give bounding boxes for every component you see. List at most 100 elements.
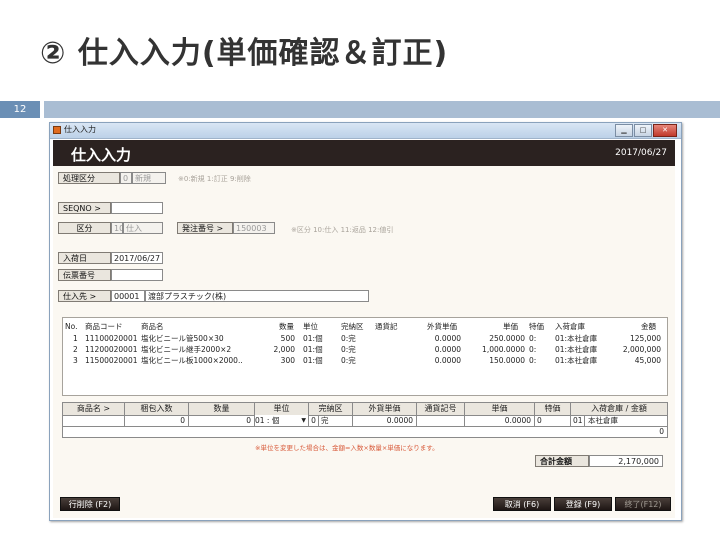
grid-col-special: 特価: [529, 322, 544, 331]
order-no-button[interactable]: 発注番号 >: [177, 222, 233, 234]
window-title: 仕入入力: [64, 125, 96, 134]
row-code: 11500020001: [85, 356, 138, 365]
fx-price-input[interactable]: 0.0000: [353, 415, 417, 426]
warehouse-name: 本社倉庫: [588, 416, 618, 425]
entry-col-unit: 単位: [255, 403, 309, 415]
row-unit: 01:個: [303, 356, 323, 365]
slip-no-label: 伝票番号: [58, 269, 111, 281]
row-warehouse: 01:本社倉庫: [555, 334, 598, 343]
app-window: 仕入入力 ▁ □ ✕ 仕入入力 2017/06/27 処理区分 0 新規 ※0:…: [49, 122, 682, 521]
entry-col-warehouse-amount: 入荷倉庫 / 金額: [591, 404, 647, 413]
row-unit: 01:個: [303, 345, 323, 354]
supplier-name: 渡部プラスチック(株): [145, 290, 369, 302]
screen-header: 仕入入力 2017/06/27: [53, 140, 675, 166]
table-row[interactable]: 2 11200020001 塩化ビニール継手2000×2 2,000 01:個 …: [63, 344, 667, 355]
grid-col-name: 商品名: [141, 322, 164, 331]
total-amount-value: 2,170,000: [589, 455, 663, 467]
row-warehouse: 01:本社倉庫: [555, 356, 598, 365]
product-name-button[interactable]: 商品名 >: [63, 403, 125, 415]
detail-grid: No. 商品コード 商品名 数量 単位 完納区 通貨記 外貨単価 単価 特価 入…: [62, 317, 668, 396]
supplier-button[interactable]: 仕入先 >: [58, 290, 111, 302]
row-name: 塩化ビニール継手2000×2: [141, 345, 232, 354]
row-special: 0:: [529, 345, 537, 354]
category-code[interactable]: 10: [111, 222, 123, 234]
process-type-code[interactable]: 0: [120, 172, 132, 184]
close-icon[interactable]: ✕: [653, 124, 677, 137]
header-date: 2017/06/27: [615, 148, 667, 158]
seqno-input[interactable]: [111, 202, 163, 214]
cancel-button[interactable]: 取消 (F6): [493, 497, 551, 511]
grid-col-fx-price: 外貨単価: [427, 322, 457, 331]
row-fx-price: 0.0000: [434, 356, 461, 365]
arrival-date-input[interactable]: 2017/06/27: [111, 252, 163, 264]
row-warehouse: 01:本社倉庫: [555, 345, 598, 354]
row-amount: 2,000,000: [622, 345, 661, 354]
supplier-code-input[interactable]: 00001: [111, 290, 145, 302]
entry-amount-row: 0: [63, 426, 667, 437]
entry-col-qty: 数量: [189, 403, 255, 415]
currency-input[interactable]: [417, 415, 465, 426]
grid-col-unit: 単位: [303, 322, 318, 331]
grid-col-warehouse: 入荷倉庫: [555, 322, 585, 331]
entry-col-done: 完納区: [309, 403, 353, 415]
row-price: 1,000.0000: [482, 345, 525, 354]
grid-col-no: No.: [65, 322, 78, 331]
table-row[interactable]: 3 11500020001 塩化ビニール板1000×2000.. 300 01:…: [63, 355, 667, 366]
row-fx-price: 0.0000: [434, 334, 461, 343]
slip-no-input[interactable]: [111, 269, 163, 281]
entry-col-currency: 通貨記号: [417, 403, 465, 415]
row-code: 11200020001: [85, 345, 138, 354]
process-type-hint: ※0:新規 1:訂正 9:削除: [178, 175, 251, 183]
row-qty: 2,000: [273, 345, 295, 354]
seqno-button[interactable]: SEQNO >: [58, 202, 111, 214]
row-no: 3: [73, 356, 78, 365]
row-name: 塩化ビニール管500×30: [141, 334, 224, 343]
entry-col-price: 単価: [465, 403, 535, 415]
grid-col-done: 完納区: [341, 322, 364, 331]
line-entry-box: 商品名 > 梱包入数 数量 単位 完納区 外貨単価 通貨記号 単価 特価 入荷倉…: [62, 402, 668, 438]
row-no: 2: [73, 345, 78, 354]
row-amount: 125,000: [629, 334, 661, 343]
entry-col-special: 特価: [535, 403, 571, 415]
grid-col-amount: 金額: [641, 322, 656, 331]
product-name-input[interactable]: [63, 415, 125, 426]
row-special: 0:: [529, 334, 537, 343]
register-button[interactable]: 登録 (F9): [554, 497, 612, 511]
category-name: 仕入: [123, 222, 163, 234]
row-done: 0:完: [341, 345, 356, 354]
page-number: 12: [0, 101, 40, 118]
unit-change-note: ※単位を変更した場合は、金額=入数×数量×単価になります。: [255, 444, 439, 452]
unit-select[interactable]: 01 : 個 ▼: [255, 415, 309, 426]
process-type-name: 新規: [132, 172, 166, 184]
screen-title: 仕入入力: [71, 146, 132, 164]
pack-qty-input[interactable]: 0: [125, 415, 189, 426]
row-price: 150.0000: [489, 356, 525, 365]
unit-select-value: 01 : 個: [255, 416, 280, 425]
warehouse-code-input[interactable]: 01: [571, 415, 585, 426]
row-special: 0:: [529, 356, 537, 365]
delete-row-button[interactable]: 行削除 (F2): [60, 497, 120, 511]
maximize-icon[interactable]: □: [634, 124, 652, 137]
close-button[interactable]: 終了(F12): [615, 497, 671, 511]
grid-header: No. 商品コード 商品名 数量 単位 完納区 通貨記 外貨単価 単価 特価 入…: [63, 321, 667, 332]
grid-col-currency: 通貨記: [375, 322, 398, 331]
row-unit: 01:個: [303, 334, 323, 343]
qty-input[interactable]: 0: [189, 415, 255, 426]
minimize-icon[interactable]: ▁: [615, 124, 633, 137]
price-input[interactable]: 0.0000: [465, 415, 535, 426]
done-code-input[interactable]: 0: [309, 415, 319, 426]
form-area: 処理区分 0 新規 ※0:新規 1:訂正 9:削除 SEQNO > 区分 10 …: [53, 166, 675, 518]
row-name: 塩化ビニール板1000×2000..: [141, 356, 243, 365]
total-amount-label: 合計金額: [535, 455, 589, 467]
grid-col-code: 商品コード: [85, 322, 123, 331]
row-done: 0:完: [341, 356, 356, 365]
slide-title: ② 仕入入力(単価確認＆訂正): [40, 36, 449, 71]
row-done: 0:完: [341, 334, 356, 343]
row-qty: 300: [280, 356, 295, 365]
category-hint: ※区分 10:仕入 11:返品 12:値引: [291, 226, 394, 234]
special-input[interactable]: 0: [535, 415, 571, 426]
table-row[interactable]: 1 11100020001 塩化ビニール管500×30 500 01:個 0:完…: [63, 333, 667, 344]
grid-col-price: 単価: [503, 322, 518, 331]
order-no-input[interactable]: 150003: [233, 222, 275, 234]
slide-header-bar: [44, 101, 720, 118]
